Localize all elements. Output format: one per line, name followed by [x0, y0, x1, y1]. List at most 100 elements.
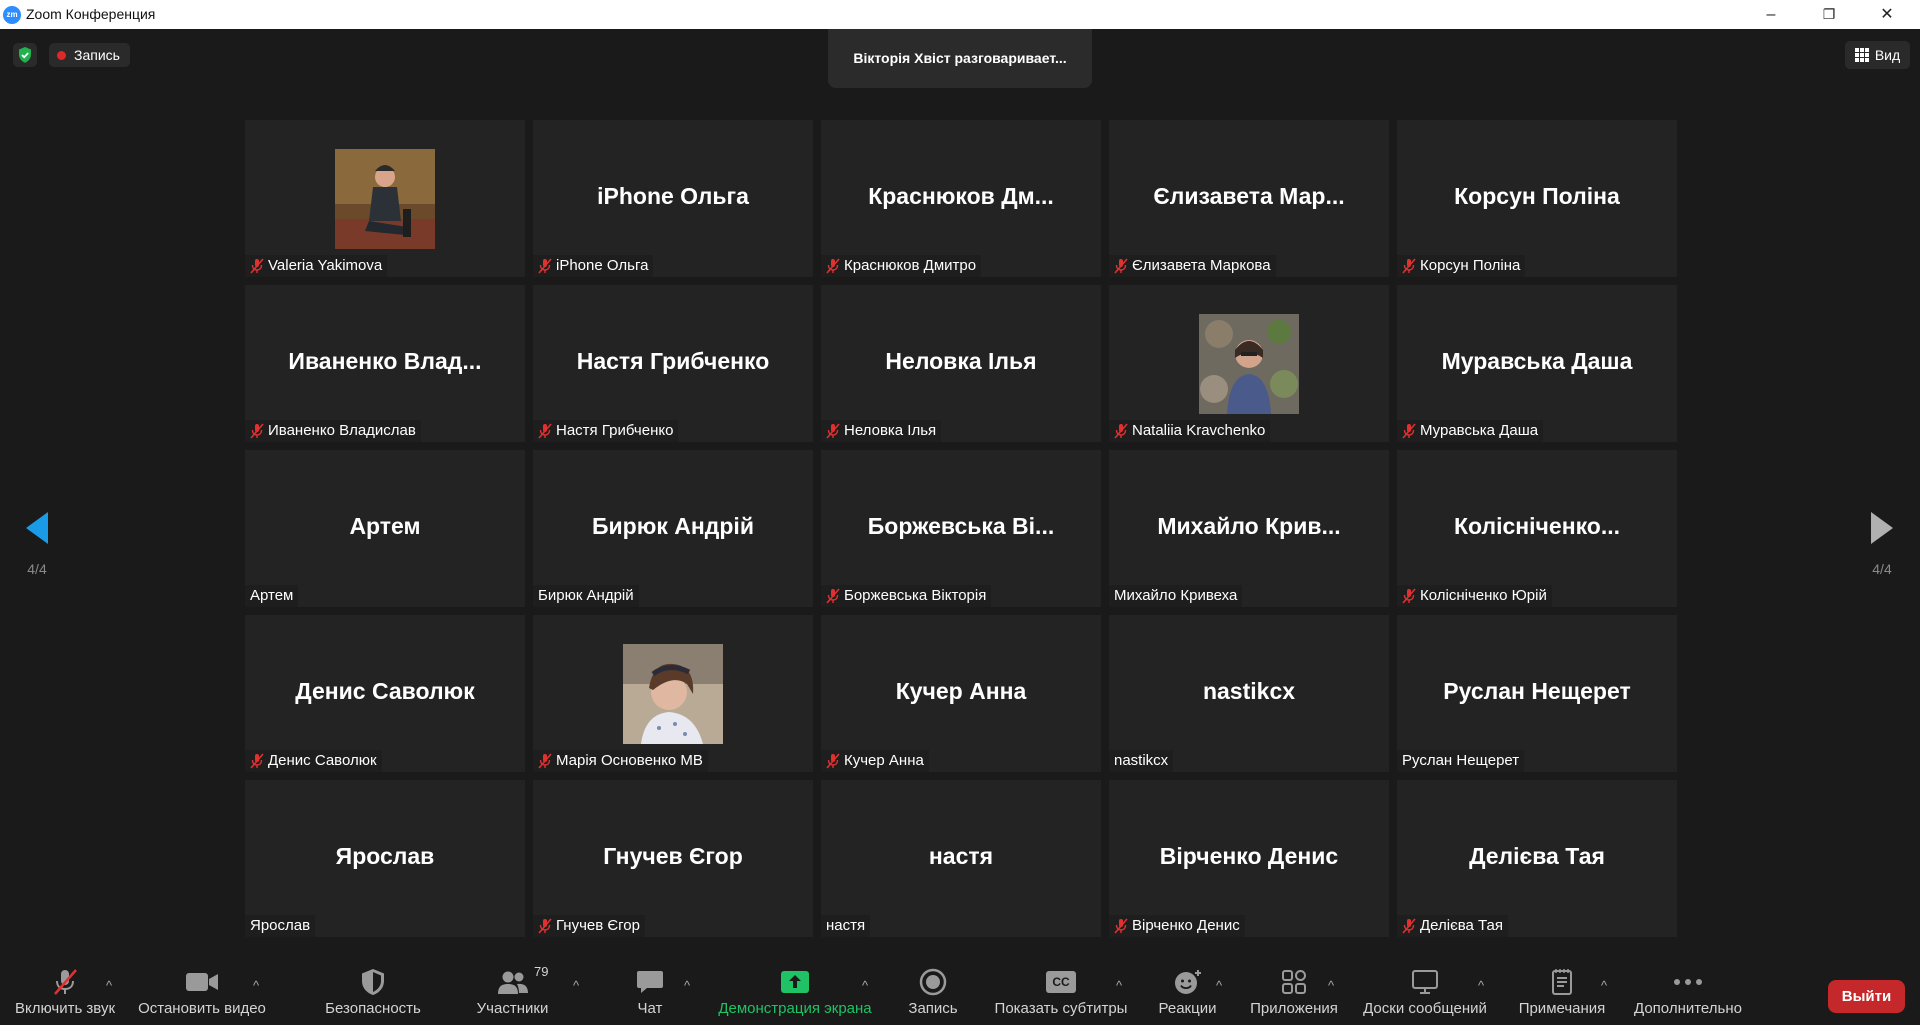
- participant-tile[interactable]: Артем Артем: [245, 450, 525, 607]
- participant-name-label: Вірченко Денис: [1132, 917, 1240, 934]
- captions-options-caret[interactable]: ^: [1116, 978, 1122, 993]
- notes-button[interactable]: Примечания: [1513, 960, 1611, 1025]
- participants-options-caret[interactable]: ^: [573, 978, 579, 993]
- record-button[interactable]: Запись: [900, 960, 966, 1025]
- participant-tile[interactable]: Марія Основенко МВ: [533, 615, 813, 772]
- participant-tile[interactable]: Денис Саволюк Денис Саволюк: [245, 615, 525, 772]
- participant-name-label: Valeria Yakimova: [268, 257, 383, 274]
- participant-tile[interactable]: Ярослав Ярослав: [245, 780, 525, 937]
- previous-page-nav[interactable]: 4/4: [17, 510, 57, 577]
- participant-tile[interactable]: Колісніченко... Колісніченко Юрій: [1397, 450, 1677, 607]
- apps-label: Приложения: [1250, 1000, 1338, 1017]
- show-captions-label: Показать субтитры: [994, 1000, 1128, 1017]
- more-button[interactable]: Дополнительно: [1630, 960, 1746, 1025]
- participant-display-name: Михайло Крив...: [1157, 513, 1341, 539]
- show-captions-button[interactable]: CC Показать субтитры: [990, 960, 1132, 1025]
- participant-display-name: Боржевська Ві...: [867, 513, 1055, 539]
- notes-options-caret[interactable]: ^: [1601, 978, 1607, 993]
- muted-mic-icon: [1402, 588, 1416, 604]
- participant-tile[interactable]: Делієва Тая Делієва Тая: [1397, 780, 1677, 937]
- participants-button[interactable]: 79 Участники: [470, 960, 555, 1025]
- participant-tile[interactable]: Кучер Анна Кучер Анна: [821, 615, 1101, 772]
- participant-display-name: Неловка Ілья: [885, 348, 1037, 374]
- next-page-nav[interactable]: 4/4: [1862, 510, 1902, 577]
- arrow-right-icon[interactable]: [1869, 510, 1895, 546]
- participant-display-name: Корсун Поліна: [1454, 183, 1620, 209]
- participant-tile[interactable]: Краснюков Дм... Краснюков Дмитро: [821, 120, 1101, 277]
- record-icon: [919, 968, 947, 996]
- participant-tile[interactable]: Вірченко Денис Вірченко Денис: [1109, 780, 1389, 937]
- reactions-options-caret[interactable]: ^: [1216, 978, 1222, 993]
- page-indicator-left: 4/4: [27, 561, 47, 577]
- participant-name-label: Колісніченко Юрій: [1420, 587, 1547, 604]
- participant-name-label: Кучер Анна: [844, 752, 924, 769]
- participant-tile[interactable]: Гнучев Єгор Гнучев Єгор: [533, 780, 813, 937]
- encryption-shield-button[interactable]: [13, 43, 37, 67]
- participant-photo: [1199, 314, 1299, 414]
- close-button[interactable]: ✕: [1864, 0, 1910, 29]
- participant-tile[interactable]: настя настя: [821, 780, 1101, 937]
- chat-bubble-icon: [637, 971, 663, 993]
- whiteboards-button[interactable]: Доски сообщений: [1357, 960, 1493, 1025]
- participant-tile[interactable]: Муравська Даша Муравська Даша: [1397, 285, 1677, 442]
- window-title: Zoom Конференция: [26, 6, 156, 22]
- participant-display-name: настя: [928, 843, 994, 869]
- participant-tile[interactable]: Єлизавета Мар... Єлизавета Маркова: [1109, 120, 1389, 277]
- grid-view-icon: [1854, 48, 1869, 62]
- participant-tile[interactable]: Иваненко Влад... Иваненко Владислав: [245, 285, 525, 442]
- participant-tile[interactable]: Настя Грибченко Настя Грибченко: [533, 285, 813, 442]
- audio-options-caret[interactable]: ^: [106, 978, 112, 993]
- record-label: Запись: [908, 1000, 958, 1017]
- stop-video-button[interactable]: Остановить видео: [137, 960, 267, 1025]
- participant-tile[interactable]: Михайло Крив... Михайло Кривеха: [1109, 450, 1389, 607]
- participant-name-tag: Корсун Поліна: [1397, 255, 1526, 277]
- video-options-caret[interactable]: ^: [253, 978, 259, 993]
- muted-mic-icon: [1402, 258, 1416, 274]
- participant-name-label: Бирюк Андрій: [538, 587, 634, 604]
- reactions-button[interactable]: Реакции: [1150, 960, 1225, 1025]
- participant-tile[interactable]: Боржевська Ві... Боржевська Вікторія: [821, 450, 1101, 607]
- unmute-button[interactable]: Включить звук: [10, 960, 120, 1025]
- participant-tile[interactable]: Руслан Нещерет Руслан Нещерет: [1397, 615, 1677, 772]
- arrow-left-icon[interactable]: [24, 510, 50, 546]
- share-options-caret[interactable]: ^: [862, 978, 868, 993]
- participant-display-name: Вірченко Денис: [1159, 843, 1339, 869]
- participant-display-name: Ярослав: [335, 843, 435, 869]
- participant-display-name: Гнучев Єгор: [603, 843, 743, 869]
- participant-name-label: Ярослав: [250, 917, 311, 934]
- participants-count: 79: [534, 964, 549, 979]
- participant-name-tag: Боржевська Вікторія: [821, 585, 992, 607]
- share-screen-button[interactable]: Демонстрация экрана: [716, 960, 874, 1025]
- participant-name-label: Nataliia Kravchenko: [1132, 422, 1266, 439]
- participant-tile[interactable]: Неловка Ілья Неловка Ілья: [821, 285, 1101, 442]
- participant-name-label: Краснюков Дмитро: [844, 257, 977, 274]
- participant-tile[interactable]: Valeria Yakimova: [245, 120, 525, 277]
- participant-display-name: Иваненко Влад...: [288, 348, 482, 374]
- participant-name-label: Єлизавета Маркова: [1132, 257, 1271, 274]
- participant-tile[interactable]: Nataliia Kravchenko: [1109, 285, 1389, 442]
- microphone-muted-icon: [54, 969, 77, 995]
- participant-tile[interactable]: nastikcx nastikcx: [1109, 615, 1389, 772]
- whiteboards-options-caret[interactable]: ^: [1478, 978, 1484, 993]
- participant-display-name: Краснюков Дм...: [868, 183, 1054, 209]
- apps-options-caret[interactable]: ^: [1328, 978, 1334, 993]
- security-button[interactable]: Безопасность: [318, 960, 428, 1025]
- muted-mic-icon: [538, 423, 552, 439]
- participant-name-label: настя: [826, 917, 866, 934]
- minimize-button[interactable]: –: [1748, 0, 1794, 29]
- view-button[interactable]: Вид: [1845, 41, 1910, 69]
- participant-name-tag: Колісніченко Юрій: [1397, 585, 1552, 607]
- participant-display-name: iPhone Ольга: [597, 183, 749, 209]
- participant-photo: [623, 644, 723, 744]
- participant-display-name: Делієва Тая: [1469, 843, 1605, 869]
- participant-tile[interactable]: Бирюк Андрій Бирюк Андрій: [533, 450, 813, 607]
- muted-mic-icon: [250, 753, 264, 769]
- restore-button[interactable]: ❐: [1806, 0, 1852, 29]
- participant-name-label: Денис Саволюк: [268, 752, 377, 769]
- leave-meeting-button[interactable]: Выйти: [1828, 980, 1905, 1013]
- participant-tile[interactable]: iPhone Ольга iPhone Ольга: [533, 120, 813, 277]
- chat-button[interactable]: Чат: [620, 960, 680, 1025]
- chat-options-caret[interactable]: ^: [684, 978, 690, 993]
- participant-tile[interactable]: Корсун Поліна Корсун Поліна: [1397, 120, 1677, 277]
- recording-indicator[interactable]: Запись: [49, 43, 130, 67]
